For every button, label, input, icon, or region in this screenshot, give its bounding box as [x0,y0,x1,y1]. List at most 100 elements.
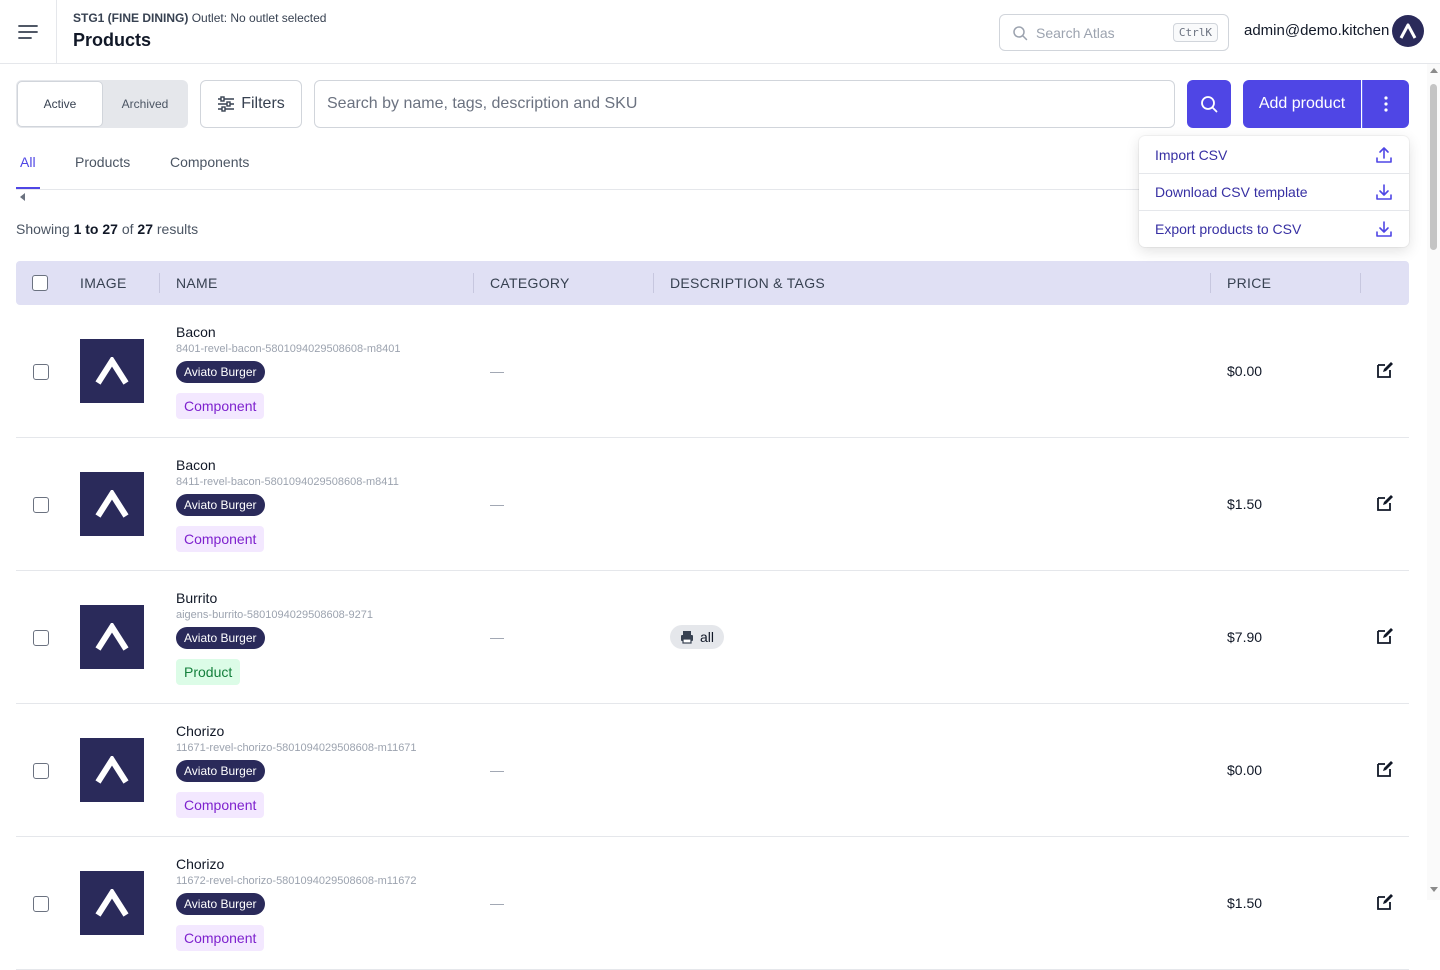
table-row[interactable]: Burrito aigens-burrito-5801094029508608-… [16,571,1409,704]
search-icon [1201,96,1218,113]
table-row[interactable]: Bacon 8411-revel-bacon-5801094029508608-… [16,438,1409,571]
atlas-logo-icon [95,756,129,784]
page-title: Products [73,30,152,50]
segment-active[interactable]: Active [17,81,103,127]
product-image [80,871,144,935]
type-badge: Product [176,659,241,685]
column-header-image: IMAGE [80,275,127,291]
row-checkbox[interactable] [33,364,49,380]
tab-active-indicator [16,187,40,189]
tab-components[interactable]: Components [170,154,249,170]
results-total: 27 [137,221,153,237]
atlas-logo-icon [95,889,129,917]
product-name[interactable]: Chorizo [176,723,224,739]
filters-button[interactable]: Filters [200,80,302,128]
search-shortcut-badge: CtrlK [1172,23,1218,42]
product-name[interactable]: Bacon [176,324,216,340]
column-divider [653,273,654,293]
search-button[interactable] [1187,80,1231,128]
column-header-price[interactable]: PRICE [1227,261,1271,305]
row-checkbox[interactable] [33,763,49,779]
more-options-button[interactable] [1362,80,1409,128]
printer-icon [681,631,693,644]
column-divider [1210,273,1211,293]
product-image [80,339,144,403]
product-image [80,738,144,802]
tab-all[interactable]: All [20,154,36,170]
download-icon [1376,184,1392,200]
results-suffix: results [156,221,199,237]
column-divider [1360,273,1361,293]
edit-icon[interactable] [1376,893,1394,911]
outlet-status: Outlet: No outlet selected [191,11,327,25]
brand-badge: Aviato Burger [176,494,265,516]
segment-archived[interactable]: Archived [103,81,187,127]
product-sku: 8411-revel-bacon-5801094029508608-m8411 [176,476,399,488]
brand-badge: Aviato Burger [176,760,265,782]
product-sku: aigens-burrito-5801094029508608-9271 [176,609,373,621]
row-checkbox[interactable] [33,497,49,513]
tabs-scroll-left-icon[interactable] [20,193,25,201]
results-of: of [121,221,134,237]
edit-icon[interactable] [1376,494,1394,512]
hamburger-menu-button[interactable] [0,0,57,63]
tag-label: all [700,629,715,645]
product-image [80,605,144,669]
results-summary: Showing 1 to 27 of 27 results [16,221,198,237]
type-badge: Component [176,925,265,951]
add-product-button[interactable]: Add product [1243,80,1361,128]
product-name[interactable]: Burrito [176,590,217,606]
edit-icon[interactable] [1376,760,1394,778]
table-header: IMAGE NAME CATEGORY DESCRIPTION & TAGS P… [16,261,1409,305]
scroll-down-icon[interactable] [1430,887,1438,892]
global-search[interactable]: Search Atlas CtrlK [999,14,1229,51]
filters-label: Filters [241,95,285,112]
atlas-logo-icon [95,357,129,385]
more-options-dropdown: Import CSV Download CSV template Export … [1139,136,1409,247]
select-all-checkbox[interactable] [32,275,48,291]
row-checkbox[interactable] [33,630,49,646]
type-badge: Component [176,526,265,552]
table-row[interactable]: Bacon 8401-revel-bacon-5801094029508608-… [16,305,1409,438]
scrollbar-thumb[interactable] [1430,84,1437,250]
brand-badge: Aviato Burger [176,627,265,649]
edit-icon[interactable] [1376,361,1394,379]
product-sku: 8401-revel-bacon-5801094029508608-m8401 [176,343,401,355]
product-category: — [490,363,504,379]
results-range: 1 to 27 [73,221,118,237]
results-prefix: Showing [16,221,70,237]
atlas-logo-icon [95,623,129,651]
export-products-csv-item[interactable]: Export products to CSV [1139,210,1409,247]
column-divider [159,273,160,293]
sliders-icon [218,96,235,112]
column-divider [473,273,474,293]
product-image [80,472,144,536]
table-row[interactable]: Chorizo 11672-revel-chorizo-580109402950… [16,837,1409,970]
product-search-input[interactable] [314,80,1175,128]
product-price: $1.50 [1227,895,1263,911]
product-name[interactable]: Chorizo [176,856,224,872]
column-header-name[interactable]: NAME [176,261,218,305]
import-csv-item[interactable]: Import CSV [1139,136,1409,173]
product-category: — [490,496,504,512]
search-icon [1013,25,1028,40]
global-search-placeholder: Search Atlas [1036,24,1115,41]
outlet-line: STG1 (FINE DINING) Outlet: No outlet sel… [73,11,326,25]
row-checkbox[interactable] [33,896,49,912]
tab-products[interactable]: Products [75,154,130,170]
product-sku: 11671-revel-chorizo-5801094029508608-m11… [176,742,417,754]
import-csv-label: Import CSV [1155,146,1228,163]
download-csv-template-label: Download CSV template [1155,184,1308,200]
product-name[interactable]: Bacon [176,457,216,473]
brand-badge: Aviato Burger [176,361,265,383]
column-header-category[interactable]: CATEGORY [490,261,570,305]
user-email[interactable]: admin@demo.kitchen [1244,22,1389,39]
upload-icon [1376,146,1392,163]
kebab-menu-icon [1384,96,1388,112]
column-header-description-tags: DESCRIPTION & TAGS [670,275,826,291]
edit-icon[interactable] [1376,627,1394,645]
scroll-up-icon[interactable] [1430,68,1438,73]
table-row[interactable]: Chorizo 11671-revel-chorizo-580109402950… [16,704,1409,837]
download-csv-template-item[interactable]: Download CSV template [1139,173,1409,210]
avatar[interactable] [1392,15,1424,47]
